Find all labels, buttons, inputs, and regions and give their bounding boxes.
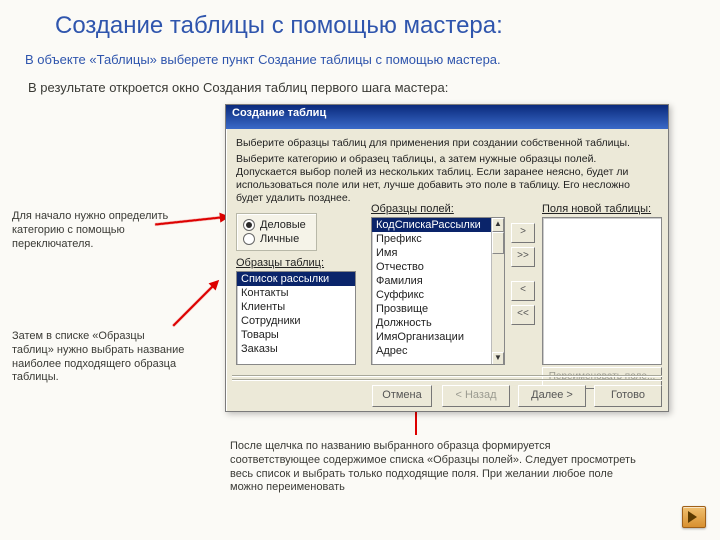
cancel-button[interactable]: Отмена — [372, 385, 432, 407]
list-item[interactable]: Префикс — [372, 232, 491, 246]
annotation-category: Для начало нужно определить категорию с … — [12, 210, 187, 251]
intro-line-2: В результате откроется окно Создания таб… — [28, 80, 448, 95]
listbox-sample-fields[interactable]: КодСпискаРассылки Префикс Имя Отчество Ф… — [371, 217, 505, 365]
list-item[interactable]: Товары — [237, 328, 355, 342]
back-button[interactable]: < Назад — [442, 385, 510, 407]
separator — [232, 379, 662, 381]
remove-field-button[interactable]: < — [511, 281, 535, 301]
radio-dot-icon — [243, 233, 255, 245]
scroll-up-icon[interactable]: ▲ — [492, 218, 504, 232]
add-all-button[interactable]: >> — [511, 247, 535, 267]
separator — [232, 375, 662, 377]
radio-personal[interactable]: Личные — [243, 232, 306, 246]
list-item[interactable]: Отчество — [372, 260, 491, 274]
listbox-templates[interactable]: Список рассылки Контакты Клиенты Сотрудн… — [236, 271, 356, 365]
dialog-instruction-2: Выберите категорию и образец таблицы, а … — [236, 153, 658, 206]
label-new-fields: Поля новой таблицы: — [542, 203, 651, 215]
category-radio-group: Деловые Личные — [236, 213, 317, 251]
list-item[interactable]: Имя — [372, 246, 491, 260]
list-item[interactable]: Контакты — [237, 286, 355, 300]
list-item[interactable]: Клиенты — [237, 300, 355, 314]
annotation-fields: После щелчка по названию выбранного обра… — [230, 440, 640, 495]
next-button[interactable]: Далее > — [518, 385, 586, 407]
scroll-thumb[interactable] — [492, 232, 504, 254]
arrow-to-templates — [172, 285, 213, 326]
radio-dot-icon — [243, 219, 255, 231]
list-item[interactable]: Сотрудники — [237, 314, 355, 328]
dialog-body: Выберите образцы таблиц для применения п… — [226, 129, 668, 413]
list-item[interactable]: КодСпискаРассылки — [372, 218, 491, 232]
finish-button[interactable]: Готово — [594, 385, 662, 407]
list-item[interactable]: Список рассылки — [237, 272, 355, 286]
radio-personal-label: Личные — [260, 233, 299, 245]
list-item[interactable]: Адрес — [372, 344, 491, 358]
list-item[interactable]: Должность — [372, 316, 491, 330]
list-item[interactable]: ИмяОрганизации — [372, 330, 491, 344]
page-title: Создание таблицы с помощью мастера: — [55, 12, 503, 40]
listbox-new-fields[interactable] — [542, 217, 662, 365]
next-slide-icon[interactable] — [682, 506, 706, 528]
radio-business-label: Деловые — [260, 219, 306, 231]
dialog-titlebar: Создание таблиц — [226, 105, 668, 129]
add-field-button[interactable]: > — [511, 223, 535, 243]
scrollbar[interactable]: ▲ ▼ — [491, 218, 504, 364]
annotation-templates: Затем в списке «Образцы таблиц» нужно вы… — [12, 330, 187, 385]
list-item[interactable]: Суффикс — [372, 288, 491, 302]
scroll-down-icon[interactable]: ▼ — [492, 352, 504, 365]
label-sample-fields: Образцы полей: — [371, 203, 454, 215]
list-item[interactable]: Заказы — [237, 342, 355, 356]
intro-line-1: В объекте «Таблицы» выберете пункт Созда… — [25, 52, 501, 67]
list-item[interactable]: Фамилия — [372, 274, 491, 288]
list-item[interactable]: Прозвище — [372, 302, 491, 316]
radio-business[interactable]: Деловые — [243, 218, 306, 232]
remove-all-button[interactable]: << — [511, 305, 535, 325]
label-templates: Образцы таблиц: — [236, 257, 324, 269]
dialog-create-tables: Создание таблиц Выберите образцы таблиц … — [225, 104, 669, 412]
dialog-instruction-1: Выберите образцы таблиц для применения п… — [236, 137, 658, 149]
